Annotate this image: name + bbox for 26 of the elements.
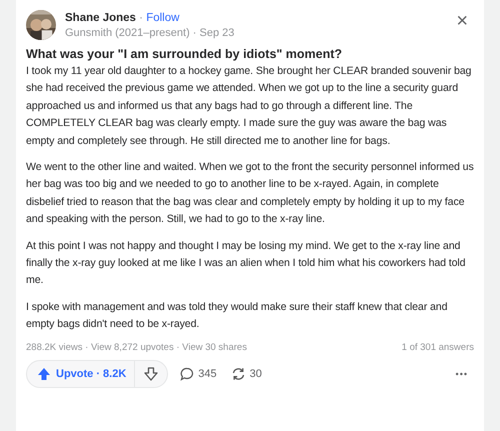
author-name[interactable]: Shane Jones [65,12,136,24]
follow-link[interactable]: Follow [146,12,180,24]
answer-position: 1 of 301 answers [402,342,474,353]
view-count: 288.2K views [26,342,83,353]
upvote-button[interactable]: Upvote · 8.2K [27,360,136,387]
stat-link[interactable]: View 30 shares [182,342,247,353]
separator: · [84,342,90,353]
more-button[interactable]: ••• [450,368,474,379]
close-button[interactable]: × [450,10,474,33]
arrow-down-icon [144,366,158,381]
stat-link[interactable]: View 8,272 upvotes [90,342,174,353]
separator: · [192,26,198,38]
comments-button[interactable]: 345 [178,366,219,381]
separator: · [138,12,144,24]
answer-paragraph: We went to the other line and waited. When we got to the front the security personnel informed us her bag was too big and we needed to go to another line to be x-rayed. Again, in complete disbelief tried to reason that the bag was clear and completely empty by holding it up to my face and speaking with the person. Still, we had to go to the x-ray line. [26,160,474,228]
question-title[interactable]: What was your "I am surrounded by idiots" moment? [26,47,474,61]
separator: · [175,342,181,353]
credential: Gunsmith (2021–present) [65,26,190,38]
refresh-icon [230,366,246,381]
answer-paragraph: I spoke with management and was told they would make sure their staff knew that clear and empty bags didn't need to be x-rayed. [26,300,448,332]
answer-paragraph: At this point I was not happy and thought I may be losing my mind. We get to the x-ray line and finally the x-ray guy looked at me like I was an alien when I told him what his coworkers had told me. [26,238,466,288]
post-date: Sep 23 [200,26,234,38]
answer-paragraph: I took my 11 year old daughter to a hockey game. She brought her CLEAR branded souvenir bag she had received the previous game we attended. When we got up to the line a security guard approached us and informed us that any bags had to go through a different line. The COMPLETELY CLEAR bag was clearly empty. I made sure the guy was aware the bag was empty and completely see through. He still directed me to another line for bags. [26,64,472,149]
comment-icon [180,366,194,381]
share-button[interactable]: 30 [228,366,264,381]
arrow-up-icon [37,366,51,381]
